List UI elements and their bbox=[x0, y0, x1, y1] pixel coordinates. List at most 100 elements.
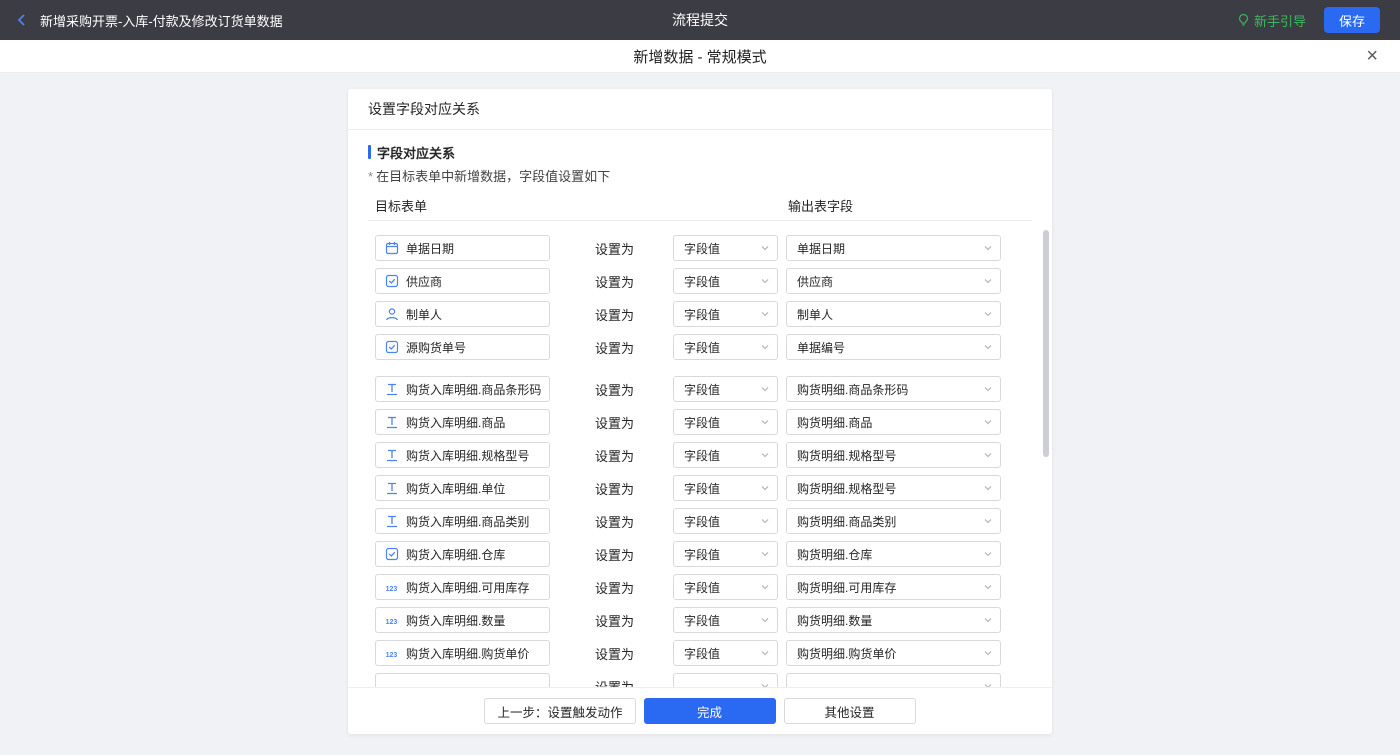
set-as-label: 设置为 bbox=[595, 305, 635, 324]
value-type-selected: 字段值 bbox=[684, 579, 720, 596]
target-field: 123 购货入库明细.可用库存 bbox=[375, 574, 550, 600]
output-field-dropdown[interactable]: 购货明细.商品条形码 bbox=[786, 376, 1001, 402]
done-button[interactable]: 完成 bbox=[644, 698, 776, 724]
top-bar-right: 新手引导 保存 bbox=[1237, 7, 1380, 33]
target-field: 单据日期 bbox=[375, 235, 550, 261]
output-field-dropdown[interactable]: 购货明细.商品 bbox=[786, 409, 1001, 435]
target-field-label: 单据日期 bbox=[406, 240, 454, 257]
set-as-label: 设置为 bbox=[595, 239, 635, 258]
chevron-down-icon bbox=[760, 516, 770, 526]
number-field-icon: 123 bbox=[384, 581, 399, 594]
set-as-label: 设置为 bbox=[595, 644, 635, 663]
value-type-selected: 字段值 bbox=[684, 612, 720, 629]
chevron-down-icon bbox=[760, 342, 770, 352]
target-field-label: 制单人 bbox=[406, 306, 442, 323]
value-type-selected: 字段值 bbox=[684, 414, 720, 431]
calendar-icon bbox=[384, 241, 399, 255]
table-row-partial: 设置为 bbox=[368, 673, 1032, 687]
target-field-label: 购货入库明细.商品条形码 bbox=[406, 381, 541, 398]
column-headers: 目标表单 输出表字段 bbox=[368, 196, 1032, 216]
output-field-dropdown[interactable]: 购货明细.可用库存 bbox=[786, 574, 1001, 600]
value-type-dropdown[interactable]: 字段值 bbox=[673, 508, 778, 534]
text-field-icon bbox=[384, 382, 399, 396]
beginner-guide-button[interactable]: 新手引导 bbox=[1237, 11, 1306, 30]
back-button[interactable] bbox=[14, 12, 30, 28]
value-type-dropdown[interactable]: 字段值 bbox=[673, 301, 778, 327]
select-field-icon bbox=[384, 274, 399, 288]
panel-body: 字段对应关系 *在目标表单中新增数据，字段值设置如下 目标表单 输出表字段 单据… bbox=[348, 130, 1052, 687]
set-as-label: 设置为 bbox=[595, 545, 635, 564]
output-field-selected: 供应商 bbox=[797, 273, 833, 290]
output-field-selected: 购货明细.仓库 bbox=[797, 546, 872, 563]
table-row: 123 购货入库明细.购货单价 设置为 字段值 购货明细.购货单价 bbox=[368, 640, 1032, 666]
workflow-title: 新增采购开票-入库-付款及修改订货单数据 bbox=[40, 11, 283, 30]
output-field-selected: 购货明细.商品 bbox=[797, 414, 872, 431]
output-field-dropdown[interactable]: 供应商 bbox=[786, 268, 1001, 294]
value-type-dropdown[interactable]: 字段值 bbox=[673, 475, 778, 501]
table-row: 购货入库明细.仓库 设置为 字段值 购货明细.仓库 bbox=[368, 541, 1032, 567]
value-type-dropdown[interactable]: 字段值 bbox=[673, 235, 778, 261]
table-row: 123 购货入库明细.可用库存 设置为 字段值 购货明细.可用库存 bbox=[368, 574, 1032, 600]
mapping-rows: 单据日期 设置为 字段值 单据日期 供应商 设置为 字段值 供应商 制单人 设置… bbox=[368, 235, 1032, 687]
output-field-dropdown[interactable]: 单据日期 bbox=[786, 235, 1001, 261]
text-field-icon bbox=[384, 448, 399, 462]
table-row: 购货入库明细.商品 设置为 字段值 购货明细.商品 bbox=[368, 409, 1032, 435]
prev-step-button[interactable]: 上一步：设置触发动作 bbox=[484, 698, 635, 724]
output-field-selected: 购货明细.规格型号 bbox=[797, 447, 896, 464]
output-field-dropdown[interactable]: 购货明细.仓库 bbox=[786, 541, 1001, 567]
value-type-dropdown[interactable]: 字段值 bbox=[673, 442, 778, 468]
text-field-icon bbox=[384, 415, 399, 429]
value-type-selected: 字段值 bbox=[684, 645, 720, 662]
output-field-selected: 购货明细.购货单价 bbox=[797, 645, 896, 662]
value-type-dropdown[interactable]: 字段值 bbox=[673, 541, 778, 567]
save-button[interactable]: 保存 bbox=[1324, 7, 1380, 33]
value-type-dropdown[interactable]: 字段值 bbox=[673, 607, 778, 633]
value-type-dropdown[interactable]: 字段值 bbox=[673, 574, 778, 600]
scrollbar-thumb[interactable] bbox=[1043, 230, 1049, 457]
value-type-selected: 字段值 bbox=[684, 339, 720, 356]
table-row: 供应商 设置为 字段值 供应商 bbox=[368, 268, 1032, 294]
value-type-selected: 字段值 bbox=[684, 447, 720, 464]
value-type-selected: 字段值 bbox=[684, 240, 720, 257]
target-field-label: 购货入库明细.仓库 bbox=[406, 546, 505, 563]
chevron-down-icon bbox=[760, 417, 770, 427]
output-field-dropdown[interactable]: 制单人 bbox=[786, 301, 1001, 327]
value-type-dropdown[interactable]: 字段值 bbox=[673, 334, 778, 360]
output-field-dropdown[interactable]: 购货明细.商品类别 bbox=[786, 508, 1001, 534]
settings-panel: 设置字段对应关系 字段对应关系 *在目标表单中新增数据，字段值设置如下 目标表单… bbox=[348, 89, 1052, 734]
chevron-down-icon bbox=[760, 276, 770, 286]
output-field-dropdown[interactable]: 购货明细.规格型号 bbox=[786, 442, 1001, 468]
set-as-label: 设置为 bbox=[595, 479, 635, 498]
output-field-selected: 购货明细.数量 bbox=[797, 612, 872, 629]
output-field-dropdown[interactable]: 购货明细.购货单价 bbox=[786, 640, 1001, 666]
select-field-icon bbox=[384, 340, 399, 354]
output-field-dropdown[interactable]: 购货明细.规格型号 bbox=[786, 475, 1001, 501]
value-type-dropdown[interactable]: 字段值 bbox=[673, 376, 778, 402]
table-row: 123 购货入库明细.数量 设置为 字段值 购货明细.数量 bbox=[368, 607, 1032, 633]
chevron-down-icon bbox=[760, 648, 770, 658]
chevron-down-icon bbox=[983, 681, 993, 687]
table-row: 购货入库明细.商品条形码 设置为 字段值 购货明细.商品条形码 bbox=[368, 376, 1032, 402]
output-field-selected: 单据日期 bbox=[797, 240, 845, 257]
target-field-label: 供应商 bbox=[406, 273, 442, 290]
column-header-target: 目标表单 bbox=[375, 196, 427, 215]
top-bar: 新增采购开票-入库-付款及修改订货单数据 流程提交 新手引导 保存 bbox=[0, 0, 1400, 40]
chevron-down-icon bbox=[983, 450, 993, 460]
close-icon[interactable]: × bbox=[1366, 46, 1378, 66]
output-field-dropdown[interactable]: 单据编号 bbox=[786, 334, 1001, 360]
value-type-dropdown[interactable]: 字段值 bbox=[673, 268, 778, 294]
other-settings-button[interactable]: 其他设置 bbox=[784, 698, 916, 724]
output-field-dropdown[interactable]: 购货明细.数量 bbox=[786, 607, 1001, 633]
hint-row: *在目标表单中新增数据，字段值设置如下 bbox=[368, 166, 1032, 184]
output-field-dropdown[interactable] bbox=[786, 673, 1001, 687]
target-field-label: 源购货单号 bbox=[406, 339, 466, 356]
value-type-dropdown[interactable]: 字段值 bbox=[673, 640, 778, 666]
column-divider bbox=[368, 220, 1032, 221]
chevron-down-icon bbox=[760, 483, 770, 493]
user-icon bbox=[384, 307, 399, 321]
value-type-dropdown[interactable] bbox=[673, 673, 778, 687]
number-field-icon: 123 bbox=[384, 614, 399, 627]
modal-title: 新增数据 - 常规模式 bbox=[633, 46, 766, 67]
value-type-dropdown[interactable]: 字段值 bbox=[673, 409, 778, 435]
value-type-selected: 字段值 bbox=[684, 381, 720, 398]
